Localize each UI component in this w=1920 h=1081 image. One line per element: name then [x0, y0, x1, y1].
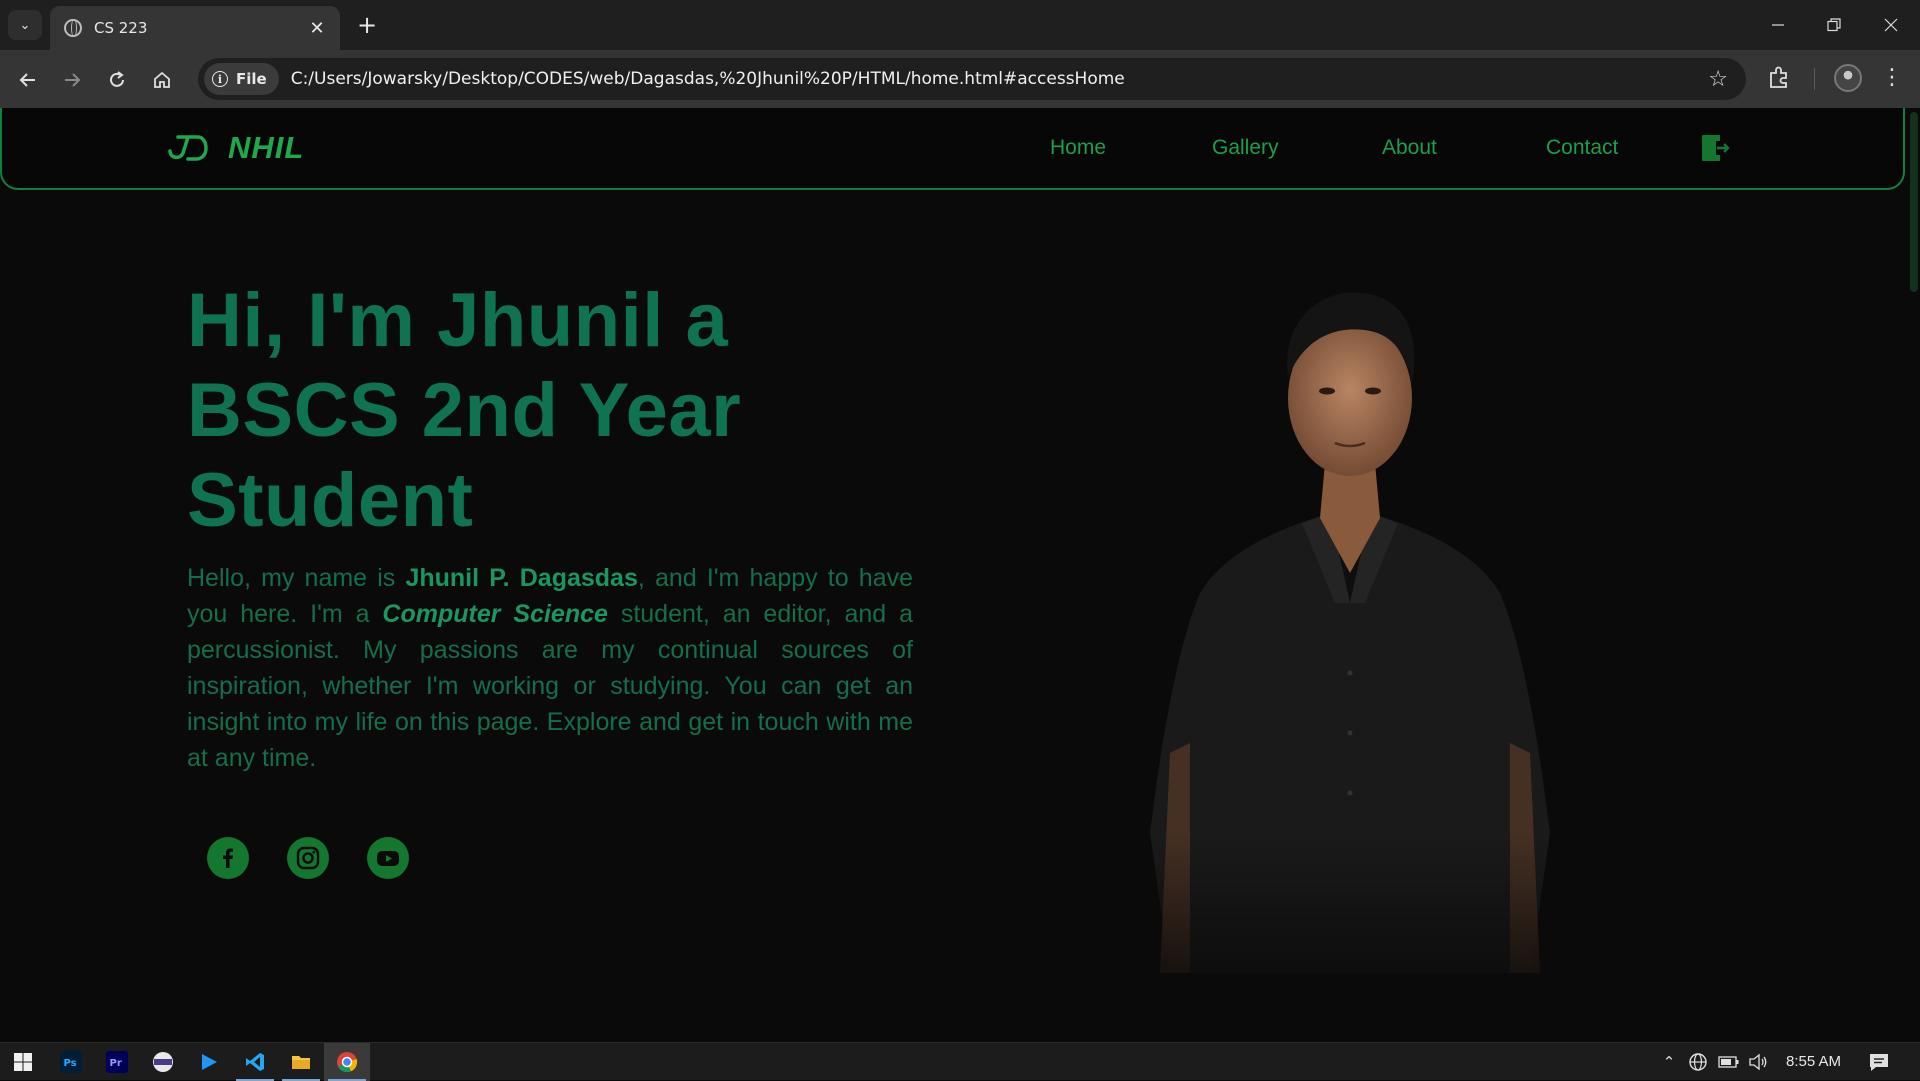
vscode-icon — [246, 1053, 264, 1071]
system-tray: ⌃ — [1660, 1043, 1768, 1081]
show-hidden-icons-icon[interactable]: ⌃ — [1660, 1053, 1678, 1071]
tab-title: CS 223 — [94, 19, 148, 37]
windows-taskbar: Ps Pr ⌃ 8:55 AM — [0, 1042, 1920, 1081]
nav-contact[interactable]: Contact — [1546, 136, 1618, 160]
taskbar-chrome[interactable] — [324, 1043, 370, 1081]
svg-text:Pr: Pr — [110, 1058, 122, 1069]
menu-kebab-icon[interactable]: ⋮ — [1880, 64, 1904, 92]
bookmark-star-icon[interactable]: ☆ — [1708, 67, 1728, 92]
hero-title-line-2: BSCS 2nd Year — [187, 368, 742, 453]
intro-major: Computer Science — [382, 600, 608, 628]
notifications-icon[interactable] — [1868, 1052, 1890, 1072]
taskbar-media-player[interactable] — [186, 1043, 232, 1081]
browser-toolbar: i File C:/Users/Jowarsky/Desktop/CODES/w… — [0, 50, 1920, 108]
address-bar[interactable]: i File C:/Users/Jowarsky/Desktop/CODES/w… — [198, 58, 1746, 100]
photoshop-icon: Ps — [60, 1051, 82, 1073]
logout-icon[interactable] — [1701, 134, 1731, 162]
profile-avatar[interactable] — [1834, 64, 1862, 92]
toolbar-separator — [1814, 68, 1815, 90]
nav-home[interactable]: Home — [1050, 136, 1106, 160]
hero-title-line-3: Student — [187, 458, 474, 543]
chrome-icon — [337, 1052, 358, 1073]
back-button[interactable] — [12, 64, 44, 96]
close-tab-icon[interactable]: ✕ — [306, 18, 328, 39]
battery-icon[interactable] — [1718, 1055, 1740, 1069]
restore-icon — [1827, 18, 1841, 32]
site-navbar: NHIL Home Gallery About Contact — [0, 108, 1905, 190]
instagram-icon — [296, 846, 320, 870]
globe-icon — [64, 19, 82, 37]
file-explorer-icon — [292, 1056, 310, 1069]
logo-mark-icon — [168, 135, 208, 161]
reload-icon — [110, 71, 124, 87]
youtube-link[interactable] — [367, 837, 409, 879]
arrow-left-icon — [19, 73, 35, 87]
home-button[interactable] — [146, 64, 178, 96]
close-window-button[interactable] — [1871, 8, 1911, 42]
taskbar-app[interactable] — [140, 1043, 186, 1081]
scrollbar-thumb[interactable] — [1910, 112, 1918, 292]
hero-title-line-1: Hi, I'm Jhunil a — [187, 278, 729, 363]
reload-button[interactable] — [101, 64, 133, 96]
media-player-icon — [202, 1054, 217, 1070]
app-icon — [153, 1052, 173, 1072]
browser-tab-bar: ⌄ CS 223 ✕ + — [0, 0, 1920, 50]
extensions-icon[interactable] — [1766, 64, 1792, 90]
page-viewport: NHIL Home Gallery About Contact Hi, I'm … — [0, 108, 1920, 1042]
taskbar-premiere[interactable]: Pr — [94, 1043, 140, 1081]
minimize-button[interactable] — [1758, 8, 1798, 42]
site-logo[interactable]: NHIL — [166, 130, 304, 166]
url-text[interactable]: C:/Users/Jowarsky/Desktop/CODES/web/Daga… — [291, 69, 1709, 89]
instagram-link[interactable] — [287, 837, 329, 879]
windows-start-icon — [14, 1053, 32, 1071]
svg-text:Ps: Ps — [64, 1058, 77, 1069]
site-chip-label: File — [236, 70, 267, 88]
minimize-icon — [1772, 24, 1784, 26]
globe-network-icon[interactable] — [1688, 1052, 1708, 1072]
start-button[interactable] — [0, 1043, 46, 1081]
hero-title: Hi, I'm Jhunil a BSCS 2nd Year Student — [187, 276, 927, 546]
restore-button[interactable] — [1814, 8, 1854, 42]
logo-text: NHIL — [228, 130, 305, 165]
chevron-down-icon: ⌄ — [19, 17, 31, 33]
taskbar-photoshop[interactable]: Ps — [48, 1043, 94, 1081]
new-tab-button[interactable]: + — [352, 10, 382, 40]
home-icon — [154, 71, 170, 88]
intro-text-1: Hello, my name is — [187, 564, 406, 592]
tab-search-button[interactable]: ⌄ — [8, 10, 42, 40]
forward-button[interactable] — [56, 64, 88, 96]
facebook-icon — [223, 848, 233, 868]
facebook-link[interactable] — [207, 837, 249, 879]
taskbar-file-explorer[interactable] — [278, 1043, 324, 1081]
volume-icon[interactable] — [1748, 1053, 1768, 1071]
browser-tab[interactable]: CS 223 ✕ — [50, 6, 340, 50]
intro-name: Jhunil P. Dagasdas — [405, 564, 638, 592]
arrow-right-icon — [65, 73, 81, 87]
close-icon — [1884, 18, 1898, 32]
nav-gallery[interactable]: Gallery — [1212, 136, 1279, 160]
taskbar-vscode[interactable] — [232, 1043, 278, 1081]
taskbar-clock[interactable]: 8:55 AM — [1786, 1053, 1841, 1070]
info-icon: i — [212, 71, 228, 87]
site-info-chip[interactable]: i File — [204, 63, 279, 95]
nav-about[interactable]: About — [1382, 136, 1437, 160]
page-scrollbar[interactable] — [1906, 108, 1920, 1042]
hero-intro-paragraph: Hello, my name is Jhunil P. Dagasdas, an… — [187, 560, 913, 776]
profile-photo — [1130, 292, 1570, 1013]
premiere-icon: Pr — [106, 1051, 128, 1073]
youtube-icon — [377, 851, 399, 866]
